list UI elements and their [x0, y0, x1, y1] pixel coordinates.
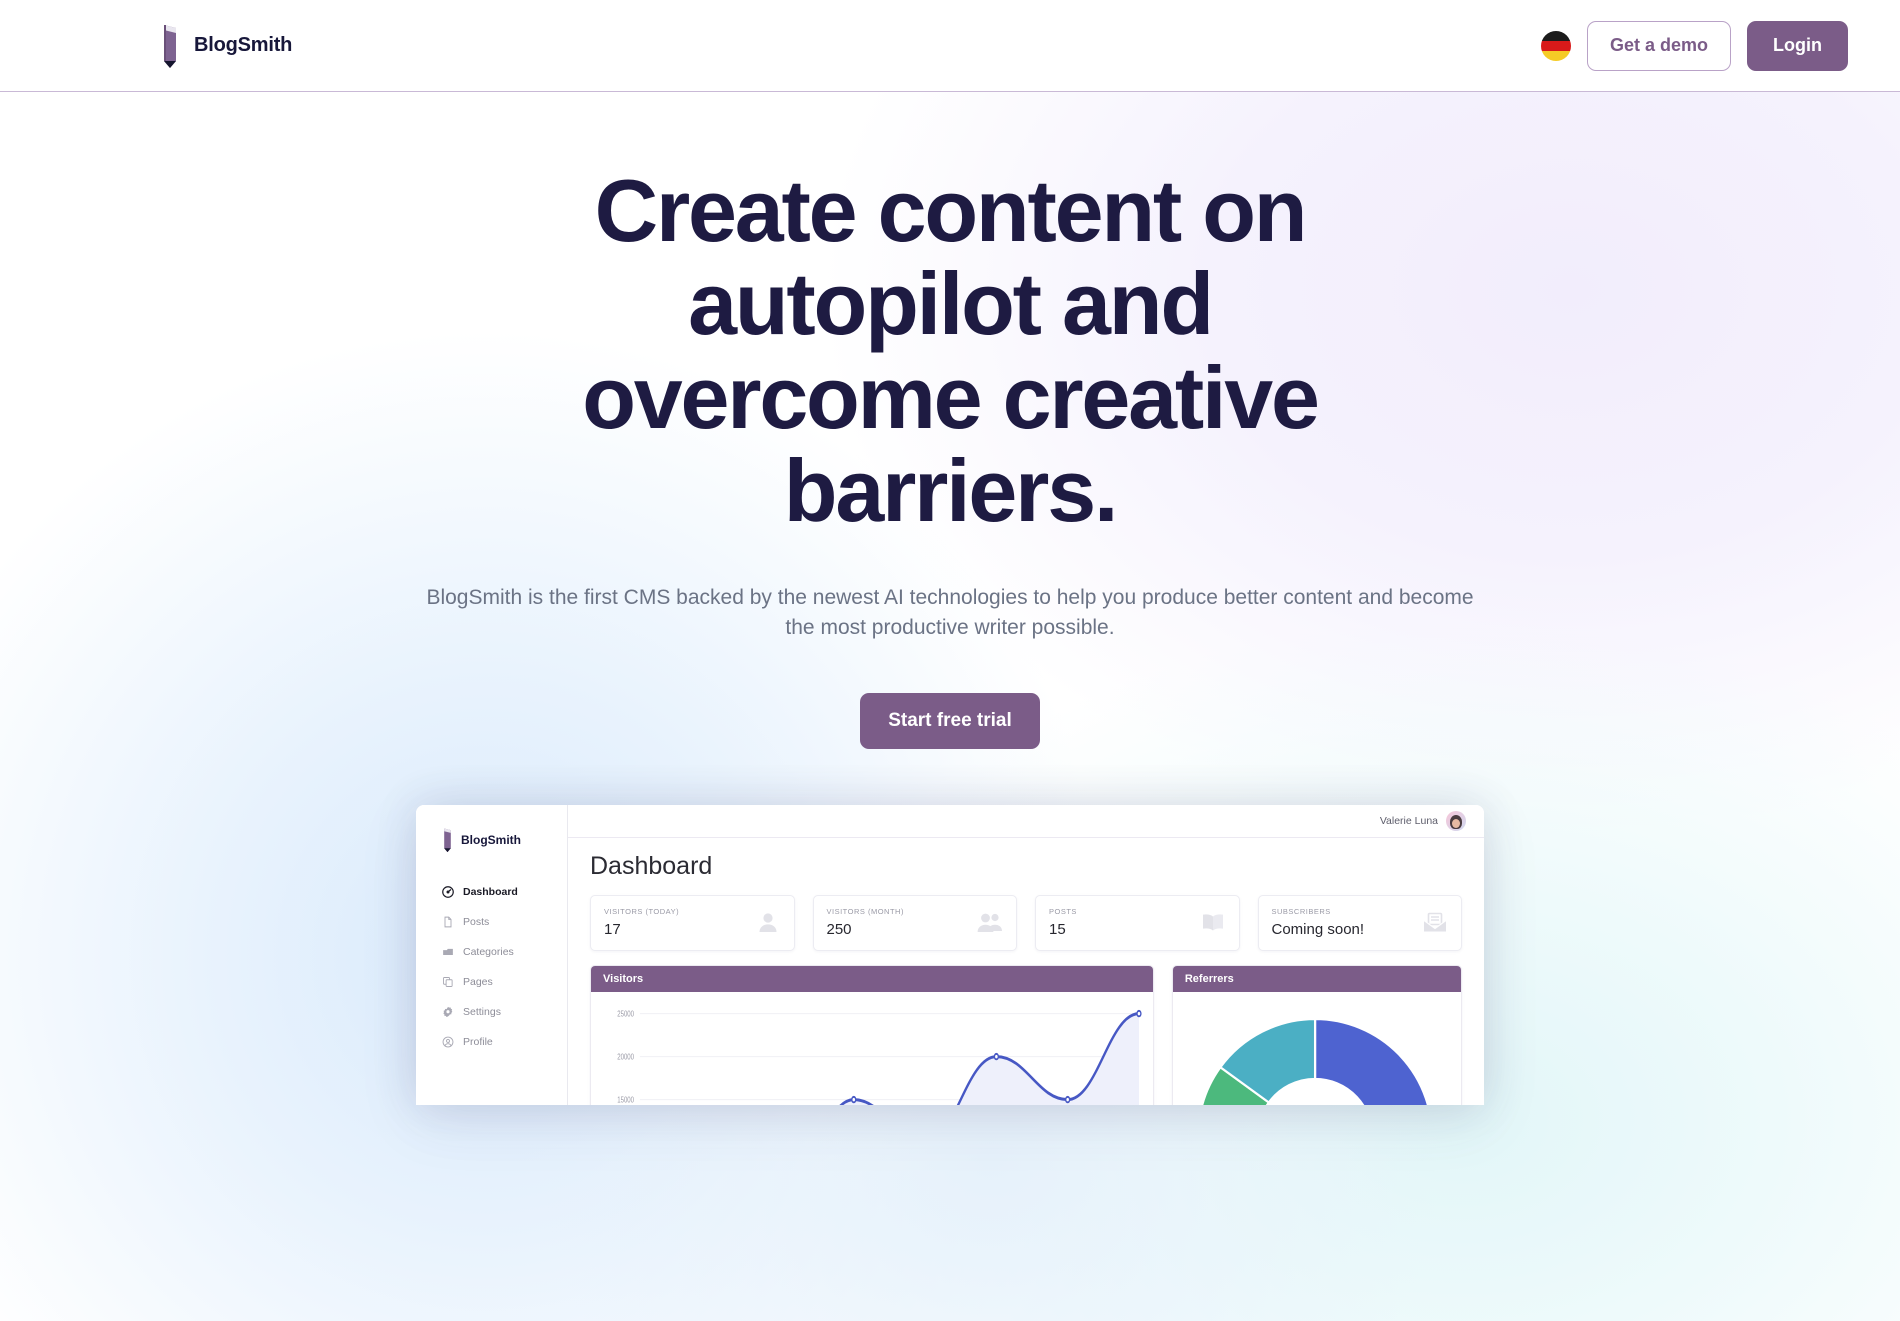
stat-value: Coming soon!: [1271, 920, 1365, 938]
avatar[interactable]: [1446, 810, 1466, 831]
book-bookmark-icon: [160, 23, 180, 69]
file-icon: [442, 916, 454, 928]
user-icon: [755, 911, 781, 933]
dashboard-brand-name: BlogSmith: [461, 832, 521, 847]
chart-area-fill: [841, 1013, 1139, 1105]
user-name: Valerie Luna: [1379, 814, 1438, 827]
dashboard-main: Valerie Luna Dashboard VISITORS (TODAY) …: [568, 804, 1484, 1105]
sidebar-item-posts[interactable]: Posts: [416, 907, 567, 937]
start-free-trial-button[interactable]: Start free trial: [860, 692, 1040, 749]
svg-text:25000: 25000: [617, 1008, 634, 1018]
copy-icon: [442, 976, 454, 988]
stat-text: VISITORS (MONTH) 250: [827, 907, 904, 938]
stat-card-visitors-month: VISITORS (MONTH) 250: [812, 894, 1017, 951]
chart-data-markers: [851, 1009, 1142, 1103]
brand-logo-link[interactable]: BlogSmith: [160, 23, 292, 69]
stat-label: VISITORS (TODAY): [604, 906, 680, 916]
login-button[interactable]: Login: [1747, 20, 1848, 71]
sidebar-item-label: Posts: [463, 915, 490, 928]
visitors-chart-body: 0500010000150002000025000 JanFebMarAprMa…: [591, 992, 1153, 1105]
stat-label: POSTS: [1049, 906, 1077, 916]
visitors-panel: Visitors 0500010000150002000025000 JanFe…: [590, 964, 1154, 1105]
visitors-line-chart: 0500010000150002000025000 JanFebMarAprMa…: [617, 1008, 1142, 1105]
sidebar-item-settings[interactable]: Settings: [416, 997, 567, 1027]
visitors-panel-title: Visitors: [591, 965, 1153, 992]
book-icon: [1200, 911, 1226, 933]
dashboard-topbar: Valerie Luna: [568, 804, 1484, 838]
page-title: Create content on autopilot and overcome…: [582, 161, 1320, 540]
chart-gridlines: [639, 1012, 1139, 1100]
chart-y-axis-labels: 0500010000150002000025000: [617, 1008, 634, 1104]
stat-card-visitors-today: VISITORS (TODAY) 17: [590, 894, 795, 951]
stat-text: SUBSCRIBERS Coming soon!: [1272, 907, 1365, 938]
hero-subtitle: BlogSmith is the first CMS backed by the…: [426, 586, 1474, 639]
sidebar-item-dashboard[interactable]: Dashboard: [416, 877, 567, 907]
referrers-chart-body: [1173, 992, 1461, 1105]
brand-name: BlogSmith: [194, 34, 293, 56]
get-a-demo-button[interactable]: Get a demo: [1586, 20, 1732, 71]
stat-value: 17: [604, 920, 621, 938]
envelope-icon: [1422, 911, 1448, 933]
panel-row: Visitors 0500010000150002000025000 JanFe…: [590, 964, 1462, 1105]
dashboard-content: Dashboard VISITORS (TODAY) 17 VISITORS (…: [568, 837, 1484, 1105]
stat-value: 15: [1049, 920, 1066, 938]
sidebar-item-profile[interactable]: Profile: [416, 1027, 567, 1057]
sidebar-item-categories[interactable]: Categories: [416, 937, 567, 967]
donut-slice: [1313, 1017, 1429, 1105]
stat-label: SUBSCRIBERS: [1271, 906, 1331, 916]
stat-text: VISITORS (TODAY) 17: [604, 907, 679, 938]
sidebar-item-label: Pages: [463, 975, 493, 988]
dashboard-page-title: Dashboard: [590, 851, 713, 880]
user-circle-icon: [442, 1036, 454, 1048]
header-actions: Get a demo Login: [1540, 20, 1848, 71]
gear-icon: [442, 1006, 454, 1018]
gauge-icon: [442, 885, 454, 898]
donut-slices: [1201, 1017, 1429, 1105]
dashboard-sidebar: BlogSmith Dashboard Posts Categories Pag: [416, 804, 568, 1105]
stat-text: POSTS 15: [1049, 907, 1077, 938]
dashboard-preview: BlogSmith Dashboard Posts Categories Pag: [416, 804, 1484, 1105]
hero-section: Create content on autopilot and overcome…: [0, 92, 1900, 749]
sidebar-item-label: Categories: [463, 945, 514, 958]
dashboard-brand: BlogSmith: [416, 827, 567, 853]
sidebar-item-pages[interactable]: Pages: [416, 967, 567, 997]
stat-label: VISITORS (MONTH): [826, 906, 904, 916]
svg-text:15000: 15000: [617, 1094, 634, 1104]
users-icon: [977, 911, 1003, 933]
site-header: BlogSmith Get a demo Login: [0, 0, 1900, 92]
hero-cta-wrapper: Start free trial: [0, 692, 1900, 749]
stat-card-row: VISITORS (TODAY) 17 VISITORS (MONTH) 250: [590, 894, 1462, 951]
svg-text:20000: 20000: [617, 1051, 634, 1061]
sidebar-item-label: Settings: [463, 1005, 501, 1018]
stat-card-subscribers: SUBSCRIBERS Coming soon!: [1257, 894, 1462, 951]
german-flag-icon[interactable]: [1540, 30, 1571, 61]
sidebar-item-label: Dashboard: [463, 885, 518, 898]
stat-card-posts: POSTS 15: [1035, 894, 1240, 951]
chart-line: [839, 1011, 1141, 1105]
stat-value: 250: [826, 920, 852, 938]
sidebar-item-label: Profile: [463, 1035, 493, 1048]
referrers-panel: Referrers: [1171, 964, 1462, 1105]
book-bookmark-icon: [442, 827, 453, 853]
referrers-donut-chart: [1201, 1017, 1429, 1105]
folder-icon: [442, 946, 454, 958]
referrers-panel-title: Referrers: [1172, 965, 1461, 992]
